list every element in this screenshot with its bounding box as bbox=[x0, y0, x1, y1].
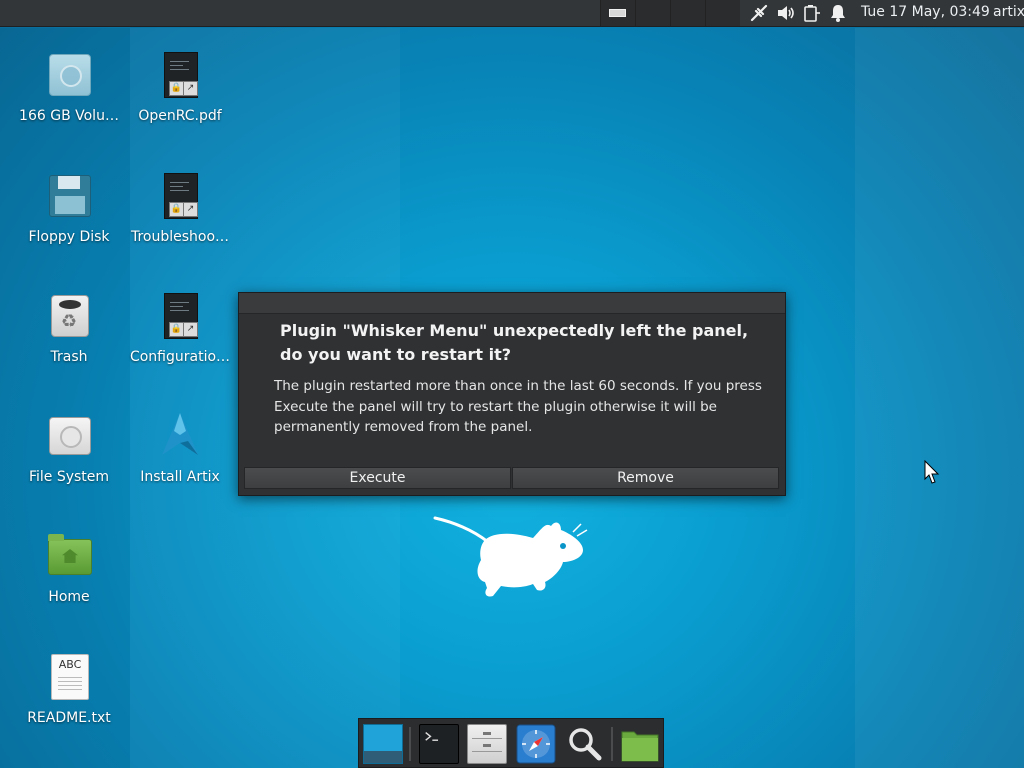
network-icon[interactable] bbox=[749, 3, 769, 23]
desktop-icon-label: Install Artix bbox=[140, 469, 220, 485]
workspace-1-button[interactable] bbox=[600, 0, 635, 26]
desktop-icon-install-artix[interactable]: Install Artix bbox=[125, 411, 235, 485]
hard-disk-icon bbox=[49, 417, 91, 455]
desktop-icon-label: Troubleshoo… bbox=[130, 229, 230, 245]
desktop-icon[interactable] bbox=[363, 724, 403, 764]
desktop-icon-label: 166 GB Volu… bbox=[19, 108, 119, 124]
workspace-2-button[interactable] bbox=[635, 0, 670, 26]
desktop-icon-trash[interactable]: Trash bbox=[14, 291, 124, 365]
desktop-icon-troubleshooting[interactable]: 🔒 ↗ Troubleshoo… bbox=[125, 171, 235, 245]
dock bbox=[358, 718, 664, 768]
trash-icon bbox=[51, 295, 89, 337]
desktop-icon-readme[interactable]: ABC README.txt bbox=[14, 652, 124, 726]
desktop-icon-label: Home bbox=[48, 589, 90, 605]
desktop-icon-openrc[interactable]: 🔒 ↗ OpenRC.pdf bbox=[125, 50, 235, 124]
plugin-restart-dialog: Plugin "Whisker Menu" unexpectedly left … bbox=[238, 292, 786, 496]
desktop-icon-label: Trash bbox=[50, 349, 88, 365]
web-browser-icon[interactable] bbox=[516, 724, 556, 764]
file-manager-icon[interactable] bbox=[467, 724, 507, 764]
dialog-body: The plugin restarted more than once in t… bbox=[274, 378, 762, 435]
folder-icon[interactable] bbox=[620, 724, 660, 764]
dock-separator bbox=[611, 727, 613, 761]
window-preview-icon bbox=[609, 9, 626, 17]
dialog-heading: Plugin "Whisker Menu" unexpectedly left … bbox=[280, 321, 749, 364]
user-menu[interactable]: artix bbox=[993, 4, 1024, 20]
link-arrow-icon: ↗ bbox=[183, 202, 198, 217]
dialog-titlebar[interactable] bbox=[239, 293, 785, 314]
workspace-3-button[interactable] bbox=[670, 0, 705, 26]
desktop-icon-home[interactable]: Home bbox=[14, 531, 124, 605]
volume-icon[interactable] bbox=[776, 3, 796, 23]
drive-icon bbox=[49, 54, 91, 96]
desktop-icon-label: Floppy Disk bbox=[28, 229, 110, 245]
desktop-icon-label: OpenRC.pdf bbox=[138, 108, 222, 124]
desktop-icon-label: README.txt bbox=[27, 710, 111, 726]
text-file-icon: ABC bbox=[51, 654, 89, 700]
desktop-icon-volume[interactable]: 166 GB Volu… bbox=[14, 50, 124, 124]
bell-icon[interactable] bbox=[828, 3, 848, 23]
xfce-mouse-logo bbox=[433, 516, 588, 597]
desktop-icon-file-system[interactable]: File System bbox=[14, 411, 124, 485]
artix-logo-icon bbox=[162, 413, 198, 455]
terminal-icon[interactable] bbox=[419, 724, 459, 764]
link-arrow-icon: ↗ bbox=[183, 81, 198, 96]
link-arrow-icon: ↗ bbox=[183, 322, 198, 337]
lock-icon: 🔒 bbox=[169, 322, 184, 337]
search-icon[interactable] bbox=[565, 724, 605, 764]
mouse-cursor-icon bbox=[924, 460, 940, 484]
dock-separator bbox=[409, 727, 411, 761]
desktop-icon-configuration[interactable]: 🔒 ↗ Configuratio… bbox=[125, 291, 235, 365]
execute-button[interactable]: Execute bbox=[244, 467, 511, 489]
floppy-icon bbox=[49, 175, 91, 217]
remove-button[interactable]: Remove bbox=[512, 467, 779, 489]
clock[interactable]: Tue 17 May, 03:49 bbox=[861, 4, 990, 20]
battery-icon[interactable] bbox=[801, 3, 821, 23]
lock-icon: 🔒 bbox=[169, 81, 184, 96]
text-file-icon-caption: ABC bbox=[58, 658, 82, 671]
desktop-icon-floppy[interactable]: Floppy Disk bbox=[14, 171, 124, 245]
desktop-icon-label: File System bbox=[28, 469, 110, 485]
lock-icon: 🔒 bbox=[169, 202, 184, 217]
home-folder-icon bbox=[48, 534, 92, 575]
workspace-4-button[interactable] bbox=[705, 0, 740, 26]
top-panel: Tue 17 May, 03:49 artix bbox=[0, 0, 1024, 27]
desktop-icon-label: Configuratio… bbox=[129, 349, 231, 365]
